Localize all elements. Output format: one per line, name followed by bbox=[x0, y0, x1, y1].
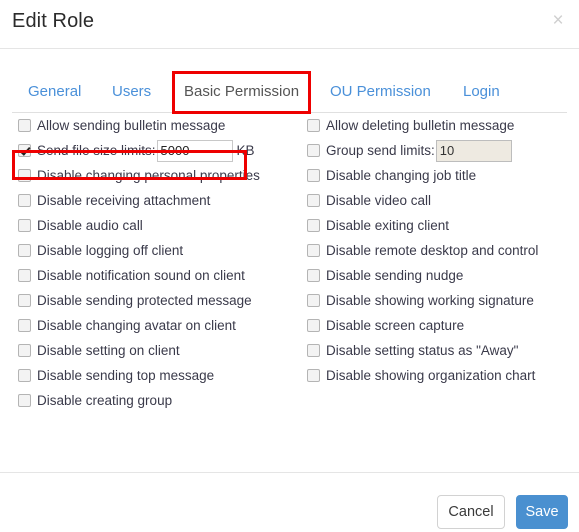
permissions-left-column: Allow sending bulletin message Send file … bbox=[18, 113, 298, 413]
permission-row: Allow deleting bulletin message bbox=[307, 113, 572, 138]
checkbox-unchecked[interactable] bbox=[307, 169, 320, 182]
permission-label[interactable]: Disable exiting client bbox=[326, 218, 449, 234]
permission-row: Disable setting status as "Away" bbox=[307, 338, 572, 363]
permission-row: Disable logging off client bbox=[18, 238, 298, 263]
permission-label[interactable]: Disable showing working signature bbox=[326, 293, 534, 309]
permission-label[interactable]: Disable changing job title bbox=[326, 168, 476, 184]
permission-row: Disable showing working signature bbox=[307, 288, 572, 313]
numeric-limit-input bbox=[435, 139, 512, 162]
checkbox-unchecked[interactable] bbox=[18, 119, 31, 132]
permission-row: Send file size limits: KB bbox=[18, 138, 298, 163]
tab-general[interactable]: General bbox=[28, 71, 81, 113]
permission-label[interactable]: Disable notification sound on client bbox=[37, 268, 245, 284]
permission-row: Allow sending bulletin message bbox=[18, 113, 298, 138]
checkbox-unchecked[interactable] bbox=[18, 194, 31, 207]
permission-label[interactable]: Disable sending top message bbox=[37, 368, 214, 384]
tab-bar: General Users Basic Permission OU Permissio… bbox=[0, 71, 579, 113]
tab-users[interactable]: Users bbox=[112, 71, 151, 113]
permission-label[interactable]: Disable logging off client bbox=[37, 243, 183, 259]
permission-label[interactable]: Send file size limits: bbox=[37, 143, 156, 159]
tab-login[interactable]: Login bbox=[463, 71, 500, 113]
checkbox-unchecked[interactable] bbox=[18, 169, 31, 182]
permission-label[interactable]: Disable showing organization chart bbox=[326, 368, 535, 384]
permission-label[interactable]: Disable setting on client bbox=[37, 343, 180, 359]
permission-label[interactable]: Disable remote desktop and control bbox=[326, 243, 538, 259]
checkbox-unchecked[interactable] bbox=[307, 119, 320, 132]
page-title: Edit Role bbox=[12, 10, 95, 32]
checkbox-unchecked[interactable] bbox=[307, 219, 320, 232]
permission-row: Disable changing personal properties bbox=[18, 163, 298, 188]
permission-label[interactable]: Disable changing personal properties bbox=[37, 168, 260, 184]
permission-label[interactable]: Group send limits: bbox=[326, 143, 435, 159]
basic-permission-panel: Allow sending bulletin message Send file … bbox=[0, 113, 579, 459]
dialog-footer: Cancel Save bbox=[0, 472, 579, 532]
checkbox-unchecked[interactable] bbox=[18, 219, 31, 232]
save-button[interactable]: Save bbox=[516, 495, 568, 529]
permission-label[interactable]: Disable sending nudge bbox=[326, 268, 463, 284]
permission-row: Disable video call bbox=[307, 188, 572, 213]
tab-ou-permission[interactable]: OU Permission bbox=[330, 71, 431, 113]
checkbox-unchecked[interactable] bbox=[18, 319, 31, 332]
unit-label: KB bbox=[236, 143, 255, 158]
numeric-limit-input[interactable] bbox=[156, 139, 233, 162]
permission-row: Disable sending nudge bbox=[307, 263, 572, 288]
permission-row: Disable notification sound on client bbox=[18, 263, 298, 288]
permission-label[interactable]: Disable setting status as "Away" bbox=[326, 343, 518, 359]
permission-label[interactable]: Disable receiving attachment bbox=[37, 193, 210, 209]
permission-row: Disable changing job title bbox=[307, 163, 572, 188]
checkbox-unchecked[interactable] bbox=[18, 269, 31, 282]
close-icon[interactable]: × bbox=[545, 8, 571, 34]
permission-row: Disable screen capture bbox=[307, 313, 572, 338]
permission-row: Disable changing avatar on client bbox=[18, 313, 298, 338]
checkbox-unchecked[interactable] bbox=[307, 194, 320, 207]
permissions-right-column: Allow deleting bulletin message Group sen… bbox=[307, 113, 572, 388]
permission-label[interactable]: Allow sending bulletin message bbox=[37, 118, 225, 134]
permission-row: Disable exiting client bbox=[307, 213, 572, 238]
checkbox-unchecked[interactable] bbox=[307, 319, 320, 332]
checkbox-unchecked[interactable] bbox=[18, 294, 31, 307]
permission-label[interactable]: Disable audio call bbox=[37, 218, 143, 234]
permission-row: Disable showing organization chart bbox=[307, 363, 572, 388]
permission-row: Group send limits: bbox=[307, 138, 572, 163]
permission-row: Disable receiving attachment bbox=[18, 188, 298, 213]
permission-row: Disable setting on client bbox=[18, 338, 298, 363]
checkbox-unchecked[interactable] bbox=[18, 394, 31, 407]
checkbox-unchecked[interactable] bbox=[18, 344, 31, 357]
permission-row: Disable remote desktop and control bbox=[307, 238, 572, 263]
checkbox-unchecked[interactable] bbox=[307, 244, 320, 257]
checkbox-unchecked[interactable] bbox=[18, 369, 31, 382]
cancel-button[interactable]: Cancel bbox=[437, 495, 505, 529]
checkbox-unchecked[interactable] bbox=[307, 294, 320, 307]
checkbox-checked[interactable] bbox=[18, 144, 31, 157]
checkbox-unchecked[interactable] bbox=[307, 269, 320, 282]
checkbox-unchecked[interactable] bbox=[307, 144, 320, 157]
permission-row: Disable sending top message bbox=[18, 363, 298, 388]
permission-row: Disable sending protected message bbox=[18, 288, 298, 313]
checkbox-unchecked[interactable] bbox=[307, 369, 320, 382]
checkbox-unchecked[interactable] bbox=[18, 244, 31, 257]
permission-label[interactable]: Disable creating group bbox=[37, 393, 172, 409]
permission-row: Disable audio call bbox=[18, 213, 298, 238]
permission-label[interactable]: Disable sending protected message bbox=[37, 293, 252, 309]
permission-label[interactable]: Disable video call bbox=[326, 193, 431, 209]
permission-row: Disable creating group bbox=[18, 388, 298, 413]
checkbox-unchecked[interactable] bbox=[307, 344, 320, 357]
permission-label[interactable]: Disable screen capture bbox=[326, 318, 464, 334]
dialog-header: Edit Role × bbox=[0, 0, 579, 49]
tab-basic-permission[interactable]: Basic Permission bbox=[184, 71, 299, 113]
permission-label[interactable]: Disable changing avatar on client bbox=[37, 318, 236, 334]
permission-label[interactable]: Allow deleting bulletin message bbox=[326, 118, 514, 134]
